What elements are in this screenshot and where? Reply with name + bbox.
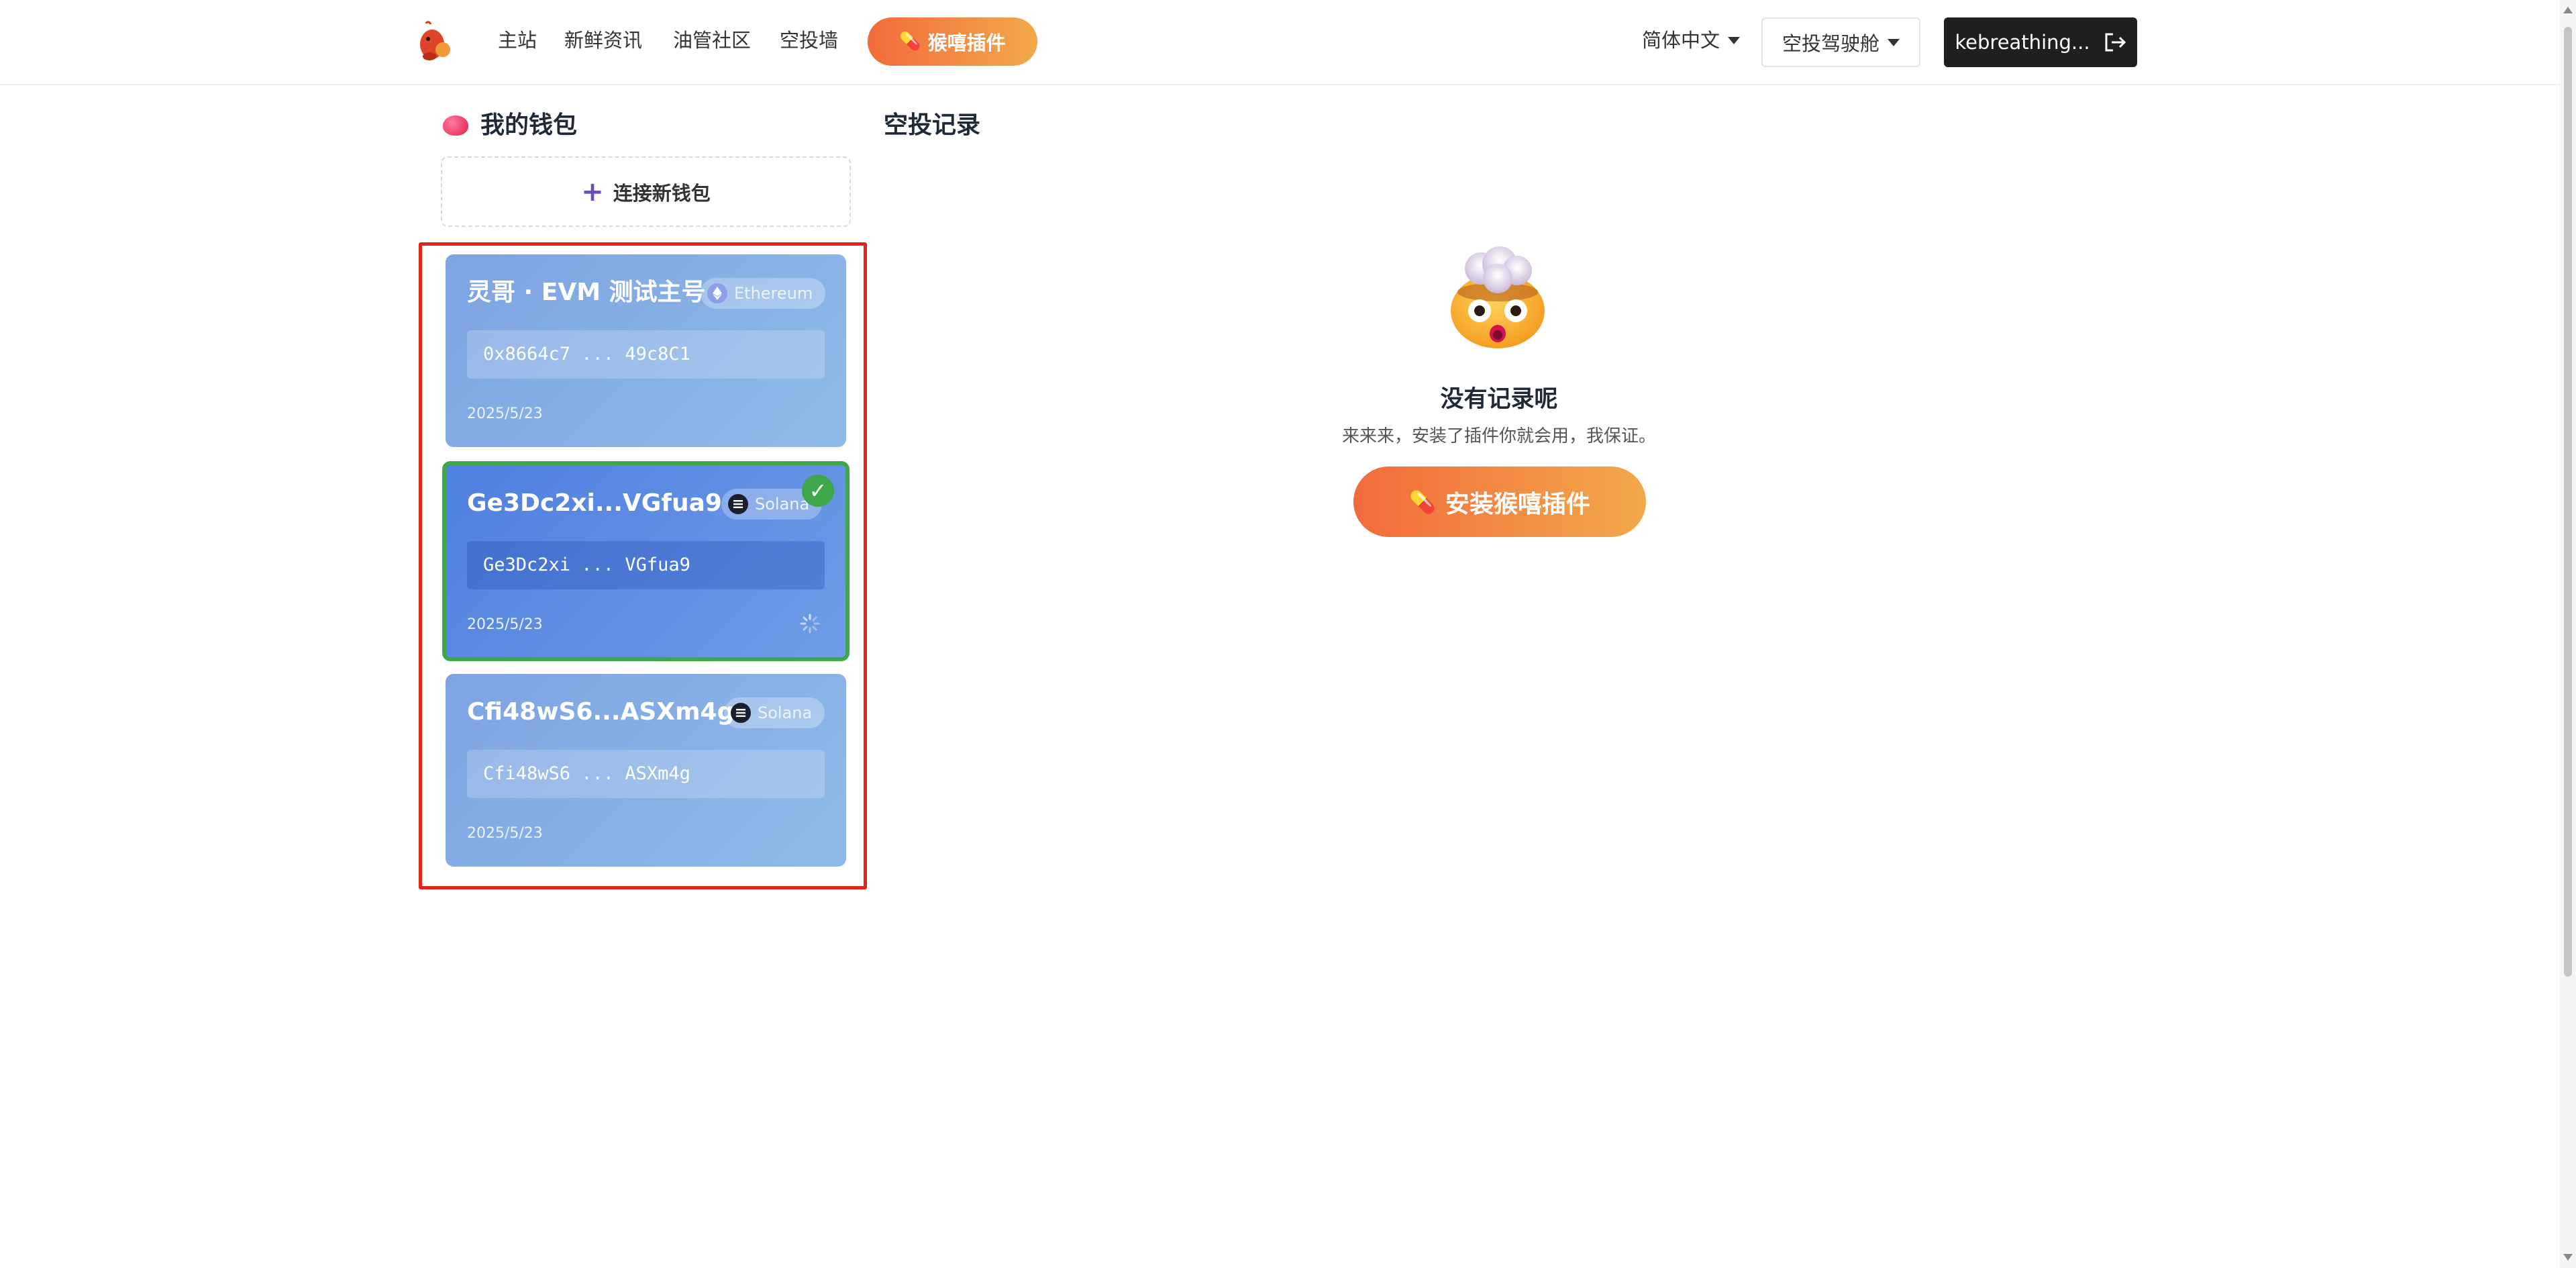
pill-icon: 💊 [899,32,921,52]
logout-icon [2105,33,2126,52]
wallet-address[interactable]: 0x8664c7 ... 49c8C1 [467,330,825,379]
wallet-name: Cfi48wS6...ASXm4g [467,698,735,726]
chain-badge: Ethereum [701,278,825,309]
empty-state-title: 没有记录呢 [1440,386,1558,413]
wallet-date: 2025/5/23 [467,616,543,633]
connect-wallet-label: 连接新钱包 [613,181,711,205]
chain-name: Solana [755,495,810,514]
solana-icon [728,494,748,514]
vertical-scrollbar[interactable] [2560,0,2576,1268]
user-logout-button[interactable]: kebreathing... [1944,17,2137,67]
wallet-card[interactable]: Cfi48wS6...ASXm4g Solana Cfi48wS6 ... AS… [446,674,846,867]
caret-down-icon [1728,36,1741,44]
empty-state-subtitle: 来来来，安装了插件你就会用，我保证。 [1341,426,1656,446]
scroll-thumb[interactable] [2564,27,2572,977]
wallet-name: Ge3Dc2xi...VGfua9 [467,489,722,517]
loading-spinner-icon [800,614,820,634]
nav-link-main[interactable]: 主站 [498,26,537,55]
pill-icon: 💊 [1409,489,1436,515]
caret-down-icon [1888,38,1900,46]
wallet-card[interactable]: 灵哥 · EVM 测试主号 Ethereum 0x8664c7 ... 49c8… [446,254,846,447]
scroll-down-icon[interactable] [2563,1254,2573,1261]
wallet-icon [443,115,468,136]
install-plugin-label: 安装猴嘻插件 [1445,490,1590,518]
nav-link-youtube-community[interactable]: 油管社区 [673,26,751,55]
plus-icon: + [581,176,604,207]
page: 主站 新鲜资讯 油管社区 空投墙 💊 猴嘻插件 简体中文 空投驾驶舱 kebre… [0,0,2576,1268]
plugin-button-label: 猴嘻插件 [927,32,1006,54]
connect-wallet-button[interactable]: + 连接新钱包 [441,156,851,227]
chain-name: Solana [758,703,813,722]
airdrop-section-title: 空投记录 [884,111,981,139]
top-nav: 主站 新鲜资讯 油管社区 空投墙 💊 猴嘻插件 简体中文 空投驾驶舱 kebre… [0,0,2560,85]
solana-icon [731,703,751,723]
language-select[interactable]: 简体中文 [1642,26,1741,55]
scroll-up-icon[interactable] [2563,7,2573,13]
checkmark-icon: ✓ [802,475,834,507]
cockpit-label: 空投驾驶舱 [1782,32,1879,55]
wallet-address[interactable]: Ge3Dc2xi ... VGfua9 [467,541,825,589]
plugin-button[interactable]: 💊 猴嘻插件 [868,17,1037,66]
username: kebreathing... [1955,31,2090,54]
nav-link-news[interactable]: 新鲜资讯 [564,26,642,55]
language-label: 简体中文 [1642,29,1720,52]
monkey-logo-icon[interactable] [416,20,454,63]
chain-name: Ethereum [734,284,813,303]
ethereum-icon [707,283,727,303]
nav-link-airdrop-wall[interactable]: 空投墙 [780,26,838,55]
wallet-address[interactable]: Cfi48wS6 ... ASXm4g [467,750,825,798]
wallet-date: 2025/5/23 [467,825,543,842]
cockpit-dropdown[interactable]: 空投驾驶舱 [1761,17,1920,67]
wallet-name: 灵哥 · EVM 测试主号 [467,279,706,306]
wallet-section-title: 我的钱包 [480,111,578,139]
chain-badge: Solana [724,697,825,728]
wallet-card-selected[interactable]: Ge3Dc2xi...VGfua9 Solana ✓ Ge3Dc2xi ... … [442,461,849,661]
install-plugin-button[interactable]: 💊 安装猴嘻插件 [1353,467,1646,537]
exploding-head-emoji-icon [1451,246,1545,348]
wallet-date: 2025/5/23 [467,405,543,422]
